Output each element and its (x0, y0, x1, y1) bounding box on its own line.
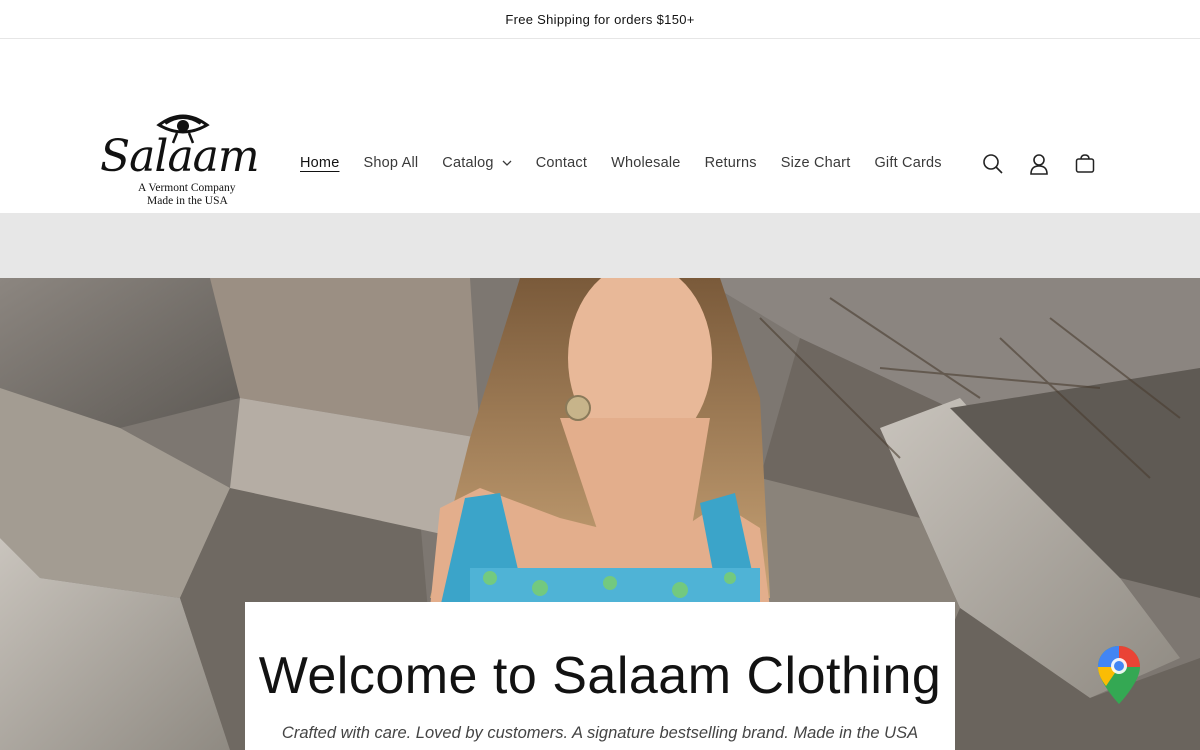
header-icons (980, 151, 1098, 177)
nav-item-returns[interactable]: Returns (693, 149, 769, 177)
banner-spacer (0, 213, 1200, 278)
site-logo[interactable]: Salaam A Vermont Company Made in the USA (100, 109, 260, 213)
map-pin-icon[interactable] (1096, 644, 1142, 706)
announcement-text: Free Shipping for orders $150+ (505, 11, 695, 27)
site-header: Salaam A Vermont Company Made in the USA… (0, 39, 1200, 213)
main-nav: Home Shop All Catalog Contact Wholesale … (288, 149, 954, 177)
logo-brand: Salaam (100, 131, 260, 182)
nav-item-shop-all[interactable]: Shop All (351, 149, 430, 177)
chevron-down-icon (502, 160, 512, 166)
nav-item-gift-cards[interactable]: Gift Cards (862, 149, 953, 177)
logo-tagline-2: Made in the USA (147, 195, 228, 207)
nav-item-contact[interactable]: Contact (524, 149, 599, 177)
cart-icon (1075, 154, 1095, 173)
account-button[interactable] (1026, 151, 1052, 177)
cart-button[interactable] (1072, 151, 1098, 177)
account-icon (1030, 154, 1048, 175)
hero-title: Welcome to Salaam Clothing (258, 647, 942, 705)
nav-item-catalog[interactable]: Catalog (430, 149, 523, 177)
nav-item-wholesale[interactable]: Wholesale (599, 149, 693, 177)
nav-item-catalog-label: Catalog (442, 155, 494, 171)
search-icon (983, 154, 1003, 174)
welcome-card: Welcome to Salaam Clothing Crafted with … (245, 602, 955, 750)
announcement-bar: Free Shipping for orders $150+ (0, 0, 1200, 39)
nav-item-size-chart[interactable]: Size Chart (769, 149, 863, 177)
search-button[interactable] (980, 151, 1006, 177)
hero-subtitle: Crafted with care. Loved by customers. A… (281, 724, 919, 742)
nav-item-home[interactable]: Home (288, 149, 351, 177)
logo-tagline: A Vermont Company (138, 182, 236, 194)
